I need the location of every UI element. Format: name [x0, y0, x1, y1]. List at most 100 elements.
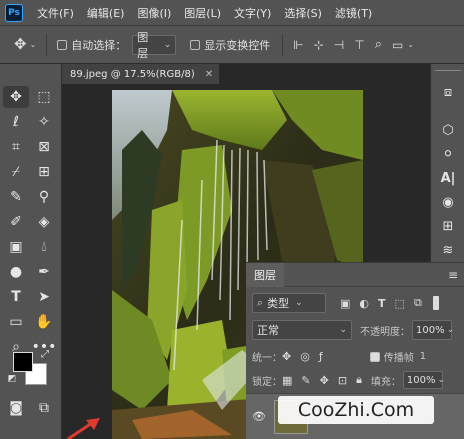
path-select-tool-icon[interactable]: ➤: [31, 286, 57, 308]
filter-toggle[interactable]: [432, 296, 439, 310]
brush-tool-icon[interactable]: ✎: [3, 186, 29, 208]
photoshop-window: Ps 文件(F) 编辑(E) 图像(I) 图层(L) 文字(Y) 选择(S) 滤…: [0, 0, 464, 439]
propagate-checkbox[interactable]: [369, 351, 380, 362]
filter-type-icon[interactable]: T: [378, 297, 386, 310]
menu-filter[interactable]: 滤镜(T): [335, 5, 372, 21]
search-icon: ⌕: [257, 296, 264, 309]
filter-shape-icon[interactable]: ⬚: [395, 297, 405, 310]
propagate-label: 传播帧: [383, 353, 414, 364]
fill-value: 100%: [406, 374, 436, 386]
dodge-tool-icon[interactable]: ●: [3, 261, 29, 283]
options-bar: ✥ ⌄ 自动选择： 图层 ⌄ 显示变换控件 ⊩ ⊹ ⊣ ⊤ ⌕ ▭ ⌄: [0, 26, 464, 64]
quick-select-tool-icon[interactable]: ✧: [31, 111, 57, 133]
divider: [282, 33, 284, 56]
healing-brush-tool-icon[interactable]: ⊞: [31, 161, 57, 183]
marquee-tool-icon[interactable]: ⬚: [31, 86, 57, 108]
chevron-down-icon: ⌄: [446, 325, 455, 335]
layer-select-dropdown[interactable]: 图层 ⌄: [132, 31, 177, 60]
lock-position-icon[interactable]: ✥: [320, 374, 329, 387]
lock-row: 锁定： ▦ ✎ ✥ ⊡ 🔒︎ 填充： 100% ⌄: [246, 371, 464, 389]
blend-mode-dropdown[interactable]: 正常 ⌄: [252, 320, 352, 340]
gradient-tool-icon[interactable]: ▣: [3, 236, 29, 258]
eraser-tool-icon[interactable]: ◈: [31, 211, 57, 233]
divider: [46, 33, 48, 56]
chevron-down-icon: ⌄: [163, 39, 172, 50]
menu-type[interactable]: 文字(Y): [234, 5, 271, 21]
lock-label: 锁定：: [252, 376, 282, 388]
color-panel-icon[interactable]: ◉: [438, 192, 458, 212]
foreground-color-swatch[interactable]: [13, 352, 33, 372]
align-left-icon[interactable]: ⊩: [293, 38, 303, 52]
move-tool-icon[interactable]: ✥: [14, 37, 27, 52]
move-tool-icon[interactable]: ✥: [3, 86, 29, 108]
filter-pixel-icon[interactable]: ▣: [340, 297, 350, 310]
propagate-value: 1: [419, 351, 427, 362]
align-center-icon[interactable]: ⊹: [314, 38, 324, 52]
history-panel-icon[interactable]: ⧈: [438, 82, 458, 102]
unify-position-icon[interactable]: ✥: [282, 350, 291, 363]
menu-items: 文件(F) 编辑(E) 图像(I) 图层(L) 文字(Y) 选择(S) 滤镜(T…: [37, 5, 385, 21]
menu-bar: Ps 文件(F) 编辑(E) 图像(I) 图层(L) 文字(Y) 选择(S) 滤…: [0, 0, 464, 26]
character-panel-icon[interactable]: A|: [438, 168, 458, 188]
workspace-icon[interactable]: ▭: [392, 38, 403, 52]
document-tab[interactable]: 89.jpeg @ 17.5%(RGB/8) ✕: [62, 64, 220, 84]
blur-tool-icon[interactable]: 💧︎: [31, 236, 57, 258]
lock-transparent-icon[interactable]: ▦: [282, 374, 292, 387]
pen-tool-icon[interactable]: ✒: [31, 261, 57, 283]
layer-select-value: 图层: [137, 30, 149, 60]
close-icon[interactable]: ✕: [205, 69, 213, 80]
eye-icon[interactable]: 👁︎: [252, 410, 266, 423]
menu-select[interactable]: 选择(S): [284, 5, 322, 21]
swatches-panel-icon[interactable]: ⊞: [438, 216, 458, 236]
unify-row: 统一： ✥ ◎ ƒ 传播帧 1: [246, 349, 464, 364]
auto-select-checkbox[interactable]: [57, 39, 68, 50]
filter-kind-dropdown[interactable]: ⌕ 类型 ⌄: [252, 293, 326, 313]
unify-label: 统一：: [252, 353, 282, 364]
swap-colors-icon[interactable]: ⤢: [38, 347, 52, 361]
panel-menu-icon[interactable]: ≡: [448, 268, 458, 282]
frame-tool-icon[interactable]: ⊠: [31, 136, 57, 158]
lasso-tool-icon[interactable]: ℓ: [3, 111, 29, 133]
hand-tool-icon[interactable]: ✋: [31, 311, 57, 333]
opacity-input[interactable]: 100% ⌄: [412, 320, 455, 340]
fill-input[interactable]: 100% ⌄: [402, 371, 445, 389]
menu-image[interactable]: 图像(I): [137, 5, 171, 21]
menu-layer[interactable]: 图层(L): [184, 5, 221, 21]
stamp-tool-icon[interactable]: ⚲: [31, 186, 57, 208]
lock-image-icon[interactable]: ✎: [301, 374, 310, 387]
chevron-down-icon[interactable]: ⌄: [30, 40, 37, 49]
rectangle-tool-icon[interactable]: ▭: [3, 311, 29, 333]
screen-mode-icon[interactable]: ⧉: [31, 397, 57, 419]
layer-filter-row: ⌕ 类型 ⌄ ▣ ◐ T ⬚ ⧉: [246, 293, 464, 313]
blend-row: 正常 ⌄ 不透明度： 100% ⌄: [246, 320, 464, 340]
menu-file[interactable]: 文件(F): [37, 5, 74, 21]
unify-visibility-icon[interactable]: ◎: [300, 350, 310, 363]
tab-layers[interactable]: 图层: [246, 262, 284, 287]
default-colors-icon[interactable]: ◩: [6, 373, 18, 385]
lock-all-icon[interactable]: 🔒︎: [356, 373, 362, 387]
lock-artboard-icon[interactable]: ⊡: [338, 374, 347, 387]
3d-panel-icon[interactable]: ⬡: [438, 120, 458, 140]
quick-mask-icon[interactable]: ◙: [3, 397, 29, 419]
search-icon[interactable]: ⌕: [375, 37, 382, 52]
align-right-icon[interactable]: ⊣: [334, 38, 344, 52]
red-arrow-annotation: [67, 418, 100, 439]
layers-tab-label: 图层: [254, 268, 276, 282]
menu-edit[interactable]: 编辑(E): [87, 5, 125, 21]
history-brush-tool-icon[interactable]: ✐: [3, 211, 29, 233]
align-top-icon[interactable]: ⊤: [354, 38, 364, 52]
crop-tool-icon[interactable]: ⌗: [3, 136, 29, 158]
chevron-down-icon[interactable]: ⌄: [407, 40, 414, 49]
filter-adjustment-icon[interactable]: ◐: [359, 297, 369, 310]
watermark: CooZhi.Com: [278, 396, 434, 424]
eyedropper-tool-icon[interactable]: ⌿: [3, 161, 29, 183]
type-tool-icon[interactable]: T: [3, 286, 29, 308]
collapse-handle[interactable]: [435, 70, 461, 74]
show-transform-checkbox[interactable]: [190, 39, 201, 50]
lightbulb-icon[interactable]: ⚪︎: [438, 144, 458, 164]
opacity-value: 100%: [416, 324, 445, 336]
unify-style-icon[interactable]: ƒ: [319, 350, 323, 363]
filter-smart-object-icon[interactable]: ⧉: [414, 296, 422, 310]
adjustments-panel-icon[interactable]: ≋: [438, 240, 458, 260]
fill-label: 填充：: [370, 376, 401, 388]
